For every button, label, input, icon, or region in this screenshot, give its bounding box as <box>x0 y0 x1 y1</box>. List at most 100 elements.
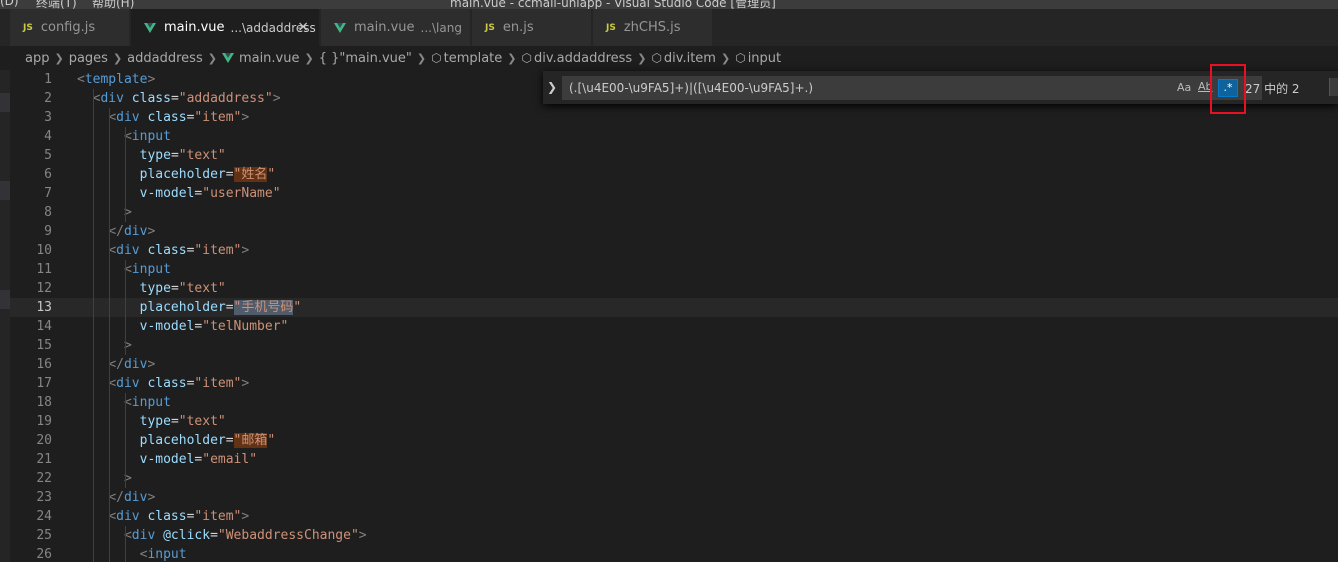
code-text: <div class="item"> <box>108 110 250 125</box>
code-line: 19 type="text" <box>10 412 1338 431</box>
indent-guide <box>125 127 126 222</box>
code-line: 4 <input <box>10 127 1338 146</box>
tab-main-vue-addaddress[interactable]: main.vue ...\addaddress × <box>131 9 320 46</box>
previous-match-button[interactable] <box>1329 78 1338 96</box>
line-number: 18 <box>36 395 52 410</box>
line-number: 23 <box>36 490 52 505</box>
breadcrumb-item[interactable]: div.item <box>664 51 716 66</box>
indent-guide <box>109 108 110 562</box>
code-text: > <box>123 205 132 220</box>
code-editor[interactable]: 1 <template> 2 <div class="addaddress"> 3… <box>10 70 1338 562</box>
code-line: 10 <div class="item"> <box>10 241 1338 260</box>
symbol-cube-icon: ⬡ <box>651 51 662 65</box>
code-line: 18 <input <box>10 393 1338 412</box>
menu-item-terminal[interactable]: 终端(T) <box>36 0 77 9</box>
line-number: 14 <box>36 319 52 334</box>
code-text: <input <box>123 262 171 277</box>
breadcrumb-item[interactable]: input <box>748 51 781 66</box>
chevron-right-icon: ❯ <box>304 51 314 65</box>
tab-description: ...\lang <box>420 20 462 35</box>
chevron-right-icon: ❯ <box>720 51 731 65</box>
js-file-icon: JS <box>485 22 495 33</box>
line-number: 9 <box>44 224 52 239</box>
code-line: 25 <div @click="WebaddressChange"> <box>10 526 1338 545</box>
code-text: type="text" <box>139 281 226 296</box>
code-line: 14 v-model="telNumber" <box>10 317 1338 336</box>
line-number: 24 <box>36 509 52 524</box>
gutter-marker <box>0 181 10 200</box>
code-text: <div class="item"> <box>108 243 250 258</box>
line-number: 13 <box>36 300 52 315</box>
line-number: 5 <box>44 148 52 163</box>
line-number: 1 <box>44 72 52 87</box>
window-title: main.vue - ccmall-uniapp - Visual Studio… <box>450 0 776 9</box>
line-number: 10 <box>36 243 52 258</box>
indent-guide <box>125 393 126 488</box>
code-text: type="text" <box>139 148 226 163</box>
line-number: 7 <box>44 186 52 201</box>
code-text: <div @click="WebaddressChange"> <box>123 528 367 543</box>
code-text: placeholder="姓名" <box>139 167 276 182</box>
code-line: 22 > <box>10 469 1338 488</box>
breadcrumb-item[interactable]: div.addaddress <box>534 51 632 66</box>
code-text: </div> <box>108 224 156 239</box>
gutter-marker <box>0 93 10 112</box>
line-number: 8 <box>44 205 52 220</box>
code-line: 3 <div class="item"> <box>10 108 1338 127</box>
breadcrumb-item[interactable]: template <box>444 51 503 66</box>
line-number: 20 <box>36 433 52 448</box>
gutter-marker <box>0 290 10 309</box>
line-number: 15 <box>36 338 52 353</box>
tab-label: config.js <box>40 20 96 35</box>
indent-guide <box>125 260 126 355</box>
code-text: </div> <box>108 490 156 505</box>
title-bar: (D) 终端(T) 帮助(H) main.vue - ccmall-uniapp… <box>0 0 1338 9</box>
vue-file-icon <box>221 53 234 63</box>
symbol-cube-icon: ⬡ <box>521 51 532 65</box>
line-number: 26 <box>36 547 52 562</box>
code-line: 23 </div> <box>10 488 1338 507</box>
tab-config-js[interactable]: JS config.js <box>10 9 130 46</box>
tab-label: zhCHS.js <box>623 20 681 35</box>
breadcrumb: app ❯ pages ❯ addaddress ❯ main.vue ❯ { … <box>0 46 1338 70</box>
line-number: 11 <box>36 262 52 277</box>
chevron-right-icon: ❯ <box>637 51 647 65</box>
close-icon[interactable]: × <box>297 19 309 35</box>
code-text: <div class="addaddress"> <box>92 91 281 106</box>
breadcrumb-item[interactable]: { }"main.vue" <box>319 51 412 66</box>
tab-zhchs-js[interactable]: JS zhCHS.js <box>593 9 713 46</box>
breadcrumb-item[interactable]: addaddress <box>127 51 203 66</box>
line-number: 4 <box>44 129 52 144</box>
code-text: placeholder="手机号码" <box>139 300 302 315</box>
indent-guide <box>93 89 94 562</box>
line-number: 2 <box>44 91 52 106</box>
chevron-right-icon: ❯ <box>207 51 217 65</box>
match-case-toggle[interactable]: Aa <box>1177 81 1191 94</box>
line-number: 19 <box>36 414 52 429</box>
match-count: 27 中的 2 <box>1245 82 1300 96</box>
breadcrumb-item[interactable]: pages <box>69 51 108 66</box>
code-line: 5 type="text" <box>10 146 1338 165</box>
code-text: <div class="item"> <box>108 376 250 391</box>
line-number: 6 <box>44 167 52 182</box>
breadcrumb-item[interactable]: app <box>25 51 49 66</box>
code-text: <input <box>123 395 171 410</box>
menu-item-d[interactable]: (D) <box>0 0 19 8</box>
code-line: 15 > <box>10 336 1338 355</box>
code-line: 21 v-model="email" <box>10 450 1338 469</box>
symbol-cube-icon: ⬡ <box>735 51 746 65</box>
tab-label: main.vue <box>164 20 225 35</box>
breadcrumb-item[interactable]: main.vue <box>239 51 300 66</box>
tab-en-js[interactable]: JS en.js <box>472 9 592 46</box>
find-input[interactable]: (.[\u4E00-\u9FA5]+)|([\u4E00-\u9FA5]+.) <box>562 76 1262 100</box>
chevron-right-icon: ❯ <box>416 51 427 65</box>
js-file-icon: JS <box>23 22 33 33</box>
code-line: 12 type="text" <box>10 279 1338 298</box>
tab-main-vue-lang[interactable]: main.vue ...\lang <box>321 9 471 46</box>
code-text: v-model="userName" <box>139 186 281 201</box>
code-line: 7 v-model="userName" <box>10 184 1338 203</box>
toggle-replace-icon[interactable]: ❯ <box>547 80 557 94</box>
menu-item-help[interactable]: 帮助(H) <box>92 0 134 9</box>
code-text: <template> <box>77 72 156 87</box>
chevron-right-icon: ❯ <box>54 51 64 65</box>
